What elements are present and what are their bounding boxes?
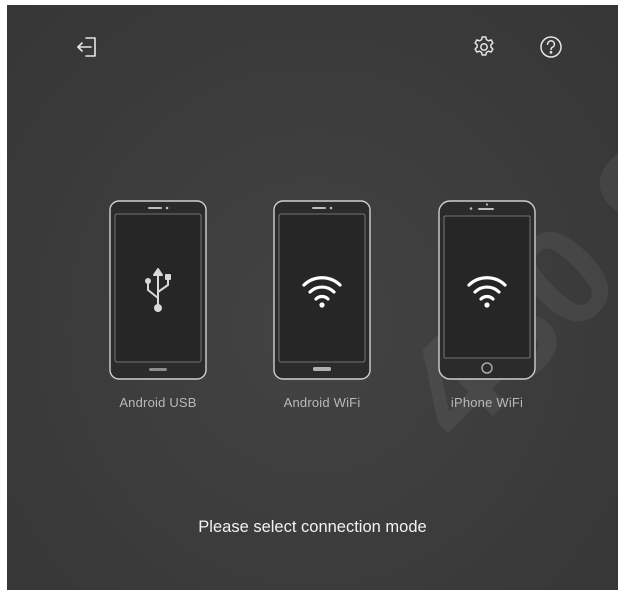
exit-icon[interactable] <box>73 32 103 62</box>
android-phone-icon <box>98 198 218 383</box>
iphone-icon <box>427 198 547 383</box>
mode-iphone-wifi[interactable]: iPhone WiFi <box>427 198 547 413</box>
mode-android-usb[interactable]: Android USB <box>98 198 218 413</box>
mode-label: iPhone WiFi <box>450 395 524 410</box>
gear-icon[interactable] <box>469 32 499 62</box>
connection-screen: 430.9 <box>7 5 618 590</box>
help-icon[interactable] <box>536 32 566 62</box>
android-phone-icon <box>262 198 382 383</box>
connection-prompt: Please select connection mode <box>198 518 427 536</box>
mode-label: Android WiFi <box>283 395 361 410</box>
mode-android-wifi[interactable]: Android WiFi <box>262 198 382 413</box>
mode-label: Android USB <box>119 395 197 410</box>
